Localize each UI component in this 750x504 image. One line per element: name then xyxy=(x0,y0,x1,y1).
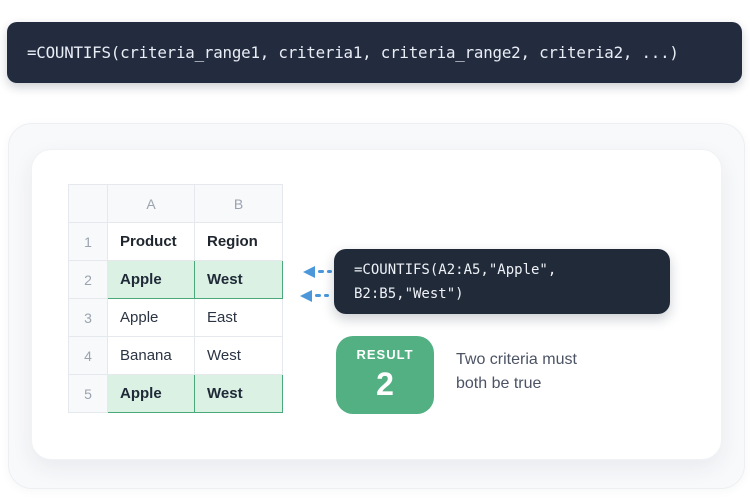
arrow-left-icon xyxy=(303,265,332,278)
description-line: Two criteria must xyxy=(456,351,577,368)
row-number-4: 4 xyxy=(68,336,108,375)
table-row: 1 Product Region xyxy=(68,222,283,261)
column-header-row: A B xyxy=(68,184,283,223)
cell-b5: West xyxy=(194,374,283,413)
column-header-b: B xyxy=(194,184,283,223)
formula-banner: =COUNTIFS(criteria_range1, criteria1, cr… xyxy=(7,22,742,83)
cell-a1: Product xyxy=(107,222,195,261)
formula-tooltip: =COUNTIFS(A2:A5,"Apple", B2:B5,"West") xyxy=(334,249,670,314)
result-description: Two criteria must both be true xyxy=(456,348,577,396)
row-number-2: 2 xyxy=(68,260,108,299)
cell-b4: West xyxy=(194,336,283,375)
tooltip-line-1: =COUNTIFS(A2:A5,"Apple", xyxy=(354,262,557,278)
table-row: 3 Apple East xyxy=(68,298,283,337)
spreadsheet-table: A B 1 Product Region 2 Apple West 3 Appl… xyxy=(68,184,283,413)
cell-a5: Apple xyxy=(107,374,195,413)
table-row: 5 Apple West xyxy=(68,374,283,413)
example-inner-panel: A B 1 Product Region 2 Apple West 3 Appl… xyxy=(31,149,722,460)
table-row: 4 Banana West xyxy=(68,336,283,375)
cell-a4: Banana xyxy=(107,336,195,375)
result-value: 2 xyxy=(376,366,394,402)
row-number-5: 5 xyxy=(68,374,108,413)
arrowhead xyxy=(300,289,312,302)
row-number-1: 1 xyxy=(68,222,108,261)
cell-a2: Apple xyxy=(107,260,195,299)
row-number-3: 3 xyxy=(68,298,108,337)
description-line: both be true xyxy=(456,375,542,392)
result-label: RESULT xyxy=(356,347,414,362)
cell-b3: East xyxy=(194,298,283,337)
table-row: 2 Apple West xyxy=(68,260,283,299)
arrowhead xyxy=(303,265,315,278)
cell-a3: Apple xyxy=(107,298,195,337)
tooltip-line-2: B2:B5,"West") xyxy=(354,286,464,302)
cell-b1: Region xyxy=(194,222,283,261)
corner-cell xyxy=(68,184,108,223)
result-badge: RESULT 2 xyxy=(336,336,434,414)
arrow-left-icon xyxy=(300,289,329,302)
column-header-a: A xyxy=(107,184,195,223)
cell-b2: West xyxy=(194,260,283,299)
example-card: A B 1 Product Region 2 Apple West 3 Appl… xyxy=(8,123,745,489)
formula-syntax: =COUNTIFS(criteria_range1, criteria1, cr… xyxy=(27,43,679,62)
